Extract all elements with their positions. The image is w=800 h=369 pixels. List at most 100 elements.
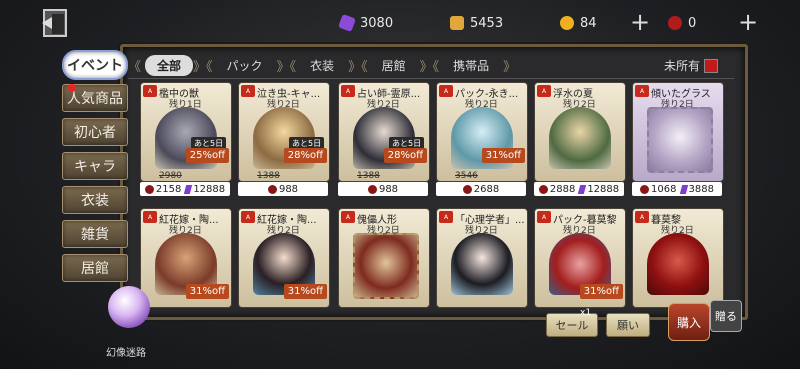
discount-tag: 25%off: [185, 148, 229, 163]
purple-crystal-icon: [184, 184, 193, 194]
tab-all[interactable]: 全部: [145, 54, 194, 76]
shop-card[interactable]: A パック-永き... 残り2日 31%off 3546: [436, 82, 528, 182]
discount-tag: 28%off: [383, 148, 427, 163]
price-purple: 3888: [688, 183, 714, 195]
shop-card[interactable]: A 占い師-霊原... 残り2日 あと5日 28%off 1388: [338, 82, 430, 182]
shop-card[interactable]: A 暮莫黎 残り2日: [632, 208, 724, 308]
red-clue-icon: [367, 184, 377, 194]
price-bar: 988: [238, 182, 328, 196]
tab-pack[interactable]: パック: [213, 57, 277, 74]
limited-badge-icon: A: [635, 211, 649, 223]
price-red: 2888: [549, 183, 576, 195]
puzzle-currency-value: 5453: [470, 15, 504, 31]
shop-card[interactable]: A 「心理学者」... 残り2日: [436, 208, 528, 308]
puzzle-currency: 5453: [450, 12, 503, 34]
discount-tag: 31%off: [481, 148, 525, 163]
price-red: 988: [378, 183, 399, 195]
shop-card[interactable]: A 傀儡人形 残り2日: [338, 208, 430, 308]
shop-card[interactable]: A 泣き虫-キャ... 残り2日 あと5日 28%off 1388: [238, 82, 330, 182]
gift-button[interactable]: 贈る: [710, 300, 742, 332]
unowned-checkbox[interactable]: [704, 58, 718, 73]
tab-separator: 》《: [193, 59, 213, 75]
sidebar-item-event[interactable]: イベント: [62, 50, 128, 80]
shop-card[interactable]: A 檻中の獣 残り1日 あと5日 25%off 2980: [140, 82, 232, 182]
sidebar-item-beginner[interactable]: 初心者: [62, 118, 128, 146]
discount-tag: 31%off: [283, 284, 327, 299]
buy-button[interactable]: 購入: [668, 303, 710, 341]
character-portrait: [647, 233, 709, 295]
price-red: 1068: [651, 183, 677, 195]
limited-badge-icon: A: [439, 85, 453, 97]
character-portrait: [549, 107, 611, 169]
wish-label: 願い: [617, 319, 639, 332]
sale-label: セール: [555, 319, 589, 332]
tab-separator: 《: [128, 59, 142, 75]
original-price: 3546: [455, 171, 478, 181]
shop-card[interactable]: A 紅花嫁・陶... 残り2日 31%off: [140, 208, 232, 308]
purple-crystal-icon: [338, 14, 356, 32]
coin-icon: [560, 16, 574, 30]
limited-badge-icon: A: [537, 211, 551, 223]
wish-button[interactable]: 願い: [606, 313, 650, 337]
limited-badge-icon: A: [143, 85, 157, 97]
purple-currency-value: 3080: [360, 15, 394, 31]
red-clue-icon: [144, 184, 154, 194]
price-bar: 2688: [436, 182, 526, 196]
tab-residence[interactable]: 居館: [368, 57, 420, 74]
sidebar-item-goods[interactable]: 雑貨: [62, 220, 128, 248]
limited-badge-icon: A: [635, 85, 649, 97]
original-price: 1388: [357, 171, 380, 181]
tab-separator: 》《: [419, 59, 440, 75]
red-currency: 0: [668, 12, 696, 34]
limited-badge-icon: A: [439, 211, 453, 223]
sale-count: x1: [580, 308, 592, 318]
price-red: 988: [278, 183, 299, 195]
price-red: 2688: [473, 183, 500, 195]
tab-costume[interactable]: 衣装: [296, 57, 348, 74]
discount-tag: 31%off: [579, 284, 623, 299]
limited-badge-icon: A: [241, 85, 255, 97]
purple-crystal-icon: [679, 184, 688, 194]
red-clue-icon: [538, 184, 548, 194]
coin-currency-value: 84: [580, 15, 597, 31]
exit-door-icon[interactable]: [40, 6, 74, 40]
notification-dot: [68, 84, 76, 92]
crystal-ball-icon[interactable]: [108, 286, 150, 328]
shop-card[interactable]: A パック-暮莫黎 残り2日 31%off: [534, 208, 626, 308]
limited-badge-icon: A: [341, 85, 355, 97]
puzzle-piece-icon: [450, 16, 464, 30]
price-red: 2158: [155, 183, 182, 195]
red-currency-value: 0: [688, 15, 697, 31]
orb-label: 幻像迷路: [106, 348, 146, 359]
tab-accessory[interactable]: 携帯品: [439, 57, 503, 74]
purple-currency: 3080: [338, 12, 394, 34]
price-bar: 2888 12888: [534, 182, 624, 196]
add-red-plus-icon[interactable]: +: [738, 10, 758, 34]
unowned-toggle[interactable]: 未所有: [664, 57, 718, 74]
price-purple: 12888: [193, 183, 226, 195]
price-bar: 2158 12888: [140, 182, 230, 196]
filter-tabs: 《 全部 》《 パック 》《 衣装 》《 居館 》《 携帯品 》: [128, 52, 734, 79]
price-bar: 1068 3888: [632, 182, 722, 196]
coin-currency: 84: [560, 12, 597, 34]
tab-separator: 》《: [348, 59, 368, 75]
tab-separator: 》《: [276, 59, 297, 75]
purple-crystal-icon: [578, 184, 587, 194]
sidebar-item-costume[interactable]: 衣装: [62, 186, 128, 214]
sidebar-item-character[interactable]: キャラ: [62, 152, 128, 180]
original-price: 1388: [257, 171, 280, 181]
shop-card[interactable]: A 紅花嫁・陶... 残り2日 31%off: [238, 208, 330, 308]
add-coin-plus-icon[interactable]: +: [630, 10, 650, 34]
discount-tag: 28%off: [283, 148, 327, 163]
red-clue-icon: [267, 184, 277, 194]
limited-badge-icon: A: [241, 211, 255, 223]
gift-label: 贈る: [715, 310, 737, 323]
shop-card[interactable]: A 傾いたグラス 残り2日: [632, 82, 724, 182]
tab-separator: 》: [503, 59, 517, 75]
unowned-label: 未所有: [663, 59, 700, 73]
red-clue-icon: [462, 184, 472, 194]
shop-card[interactable]: A 浮水の夏 残り2日: [534, 82, 626, 182]
sidebar-item-residence[interactable]: 居館: [62, 254, 128, 282]
original-price: 2980: [159, 171, 182, 181]
limited-badge-icon: A: [143, 211, 157, 223]
